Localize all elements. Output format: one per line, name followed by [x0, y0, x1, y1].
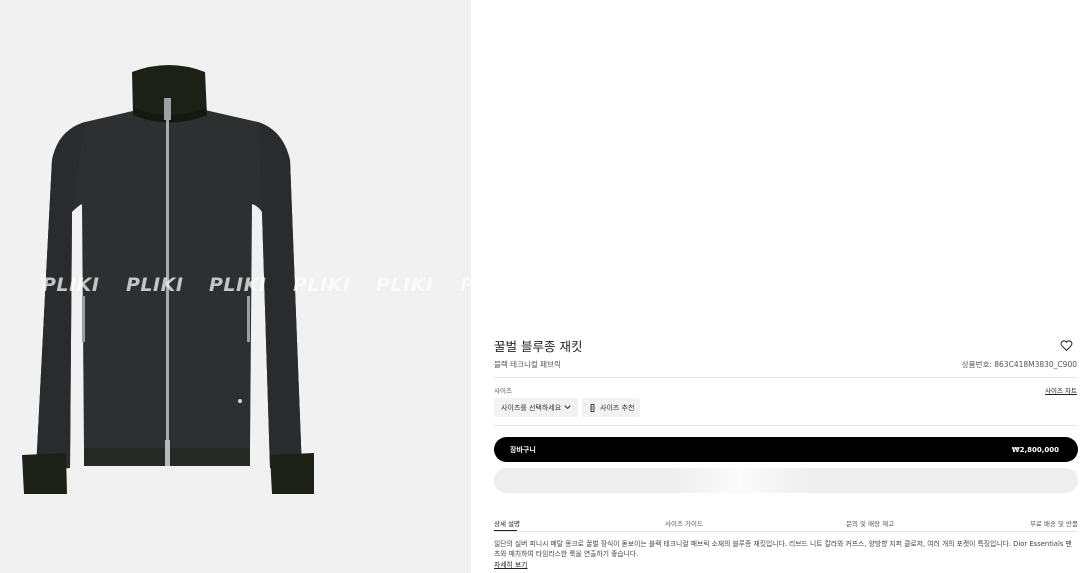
- divider: [494, 531, 1078, 532]
- add-to-cart-label: 장바구니: [510, 445, 536, 454]
- chevron-down-icon: [564, 405, 571, 410]
- divider: [494, 377, 1078, 378]
- payment-button-placeholder: [494, 468, 1078, 493]
- size-label: 사이즈: [494, 387, 512, 395]
- tab-details[interactable]: 상세 설명: [494, 518, 520, 528]
- watermark-text: PLIKI: [376, 274, 434, 296]
- size-recommend-label: 사이즈 추천: [600, 403, 635, 412]
- size-select[interactable]: 사이즈를 선택하세요: [494, 398, 578, 417]
- product-info-panel: 꿀벌 블루종 재킷 블랙 테크니컬 패브릭 상품번호: 863C418M3830…: [471, 0, 1080, 573]
- divider: [494, 425, 1078, 426]
- watermark-text: PLIKI: [42, 274, 100, 296]
- size-chart-link[interactable]: 사이즈 차트: [1045, 385, 1077, 395]
- watermark-text: PLIKI: [460, 274, 471, 296]
- watermark-text: PLIKI: [209, 274, 267, 296]
- tab-inquiry-stock[interactable]: 문의 및 매장 재고: [846, 518, 894, 528]
- product-sku: 상품번호: 863C418M3830_C900: [961, 360, 1077, 369]
- watermark-text: PLIKI: [126, 274, 184, 296]
- size-recommend-button[interactable]: 사이즈 추천: [582, 398, 640, 417]
- product-description: 일단의 실버 피니시 메탈 몽크로 꿀벌 장식이 돋보이는 블랙 테크니컬 패브…: [494, 540, 1072, 558]
- heart-outline-icon[interactable]: [1060, 337, 1073, 352]
- tab-size-guide[interactable]: 사이즈 가이드: [665, 518, 703, 528]
- tab-shipping-returns[interactable]: 무료 배송 및 반품: [1030, 518, 1078, 528]
- read-more-link[interactable]: 자세히 보기: [494, 559, 527, 569]
- product-subtitle: 블랙 테크니컬 패브릭: [494, 360, 561, 369]
- size-select-placeholder: 사이즈를 선택하세요: [501, 403, 562, 412]
- product-detail-tabs: 상세 설명 사이즈 가이드 문의 및 매장 재고 무료 배송 및 반품: [494, 518, 1078, 532]
- add-to-cart-button[interactable]: 장바구니 ₩2,800,000: [494, 437, 1078, 462]
- product-price: ₩2,800,000: [1011, 445, 1059, 454]
- ruler-icon: [590, 403, 595, 412]
- product-image-gallery[interactable]: PLIKI PLIKI PLIKI PLIKI PLIKI PLIKI: [0, 0, 471, 573]
- watermark-text: PLIKI: [293, 274, 351, 296]
- product-title: 꿀벌 블루종 재킷: [494, 339, 583, 354]
